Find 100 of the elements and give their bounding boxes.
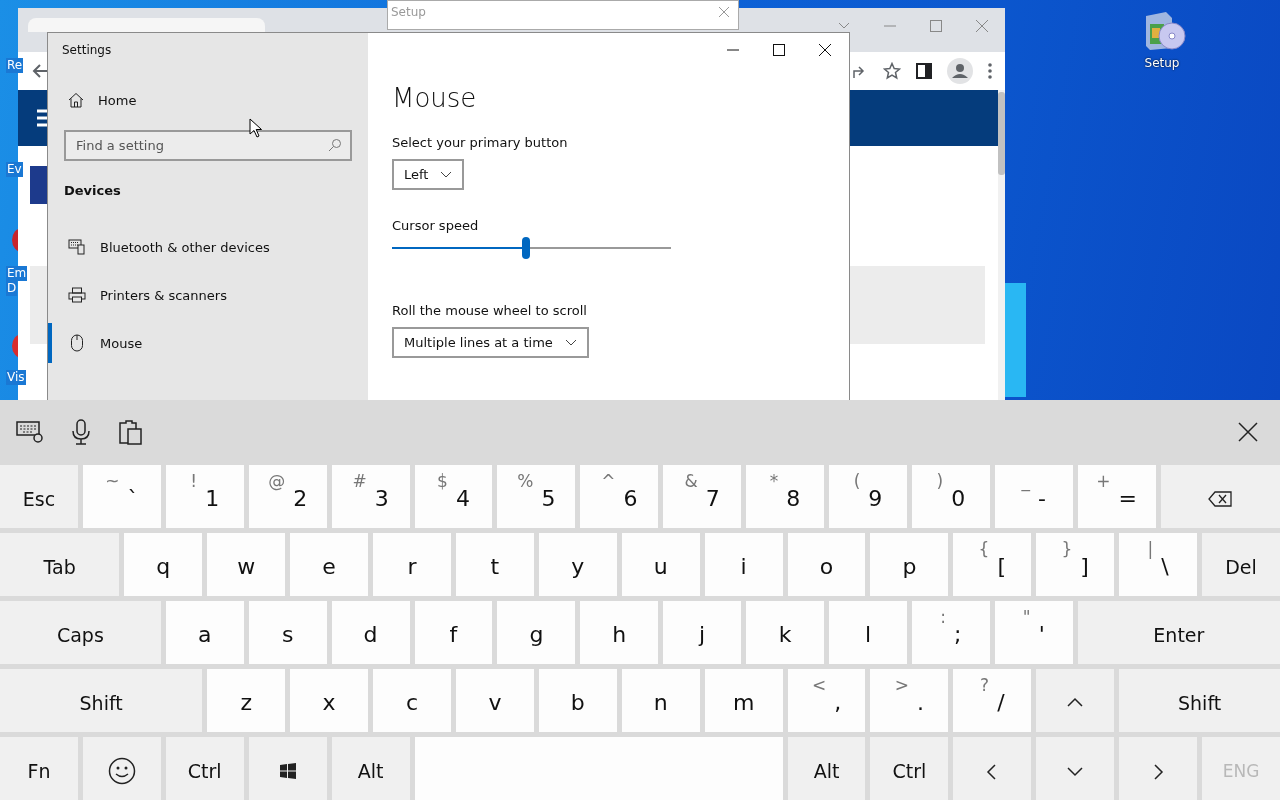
key[interactable]: Del xyxy=(1202,533,1280,596)
key[interactable]: $ 4 xyxy=(414,465,493,528)
shift-legend: } xyxy=(1061,539,1073,559)
key[interactable]: Tab xyxy=(0,533,120,596)
key[interactable]: n xyxy=(621,669,700,732)
home-link[interactable]: Home xyxy=(48,80,368,120)
key[interactable]: @ 2 xyxy=(248,465,327,528)
shift-legend: _ xyxy=(1021,471,1031,491)
slider-thumb[interactable] xyxy=(521,237,530,259)
key[interactable]: k xyxy=(746,601,825,664)
key[interactable]: + = xyxy=(1077,465,1156,528)
scrollbar-thumb[interactable] xyxy=(998,92,1005,175)
key[interactable]: Ctrl xyxy=(870,737,949,800)
key[interactable]: Fn xyxy=(0,737,78,800)
key[interactable]: f xyxy=(414,601,493,664)
key[interactable]: Enter xyxy=(1077,601,1280,664)
home-icon xyxy=(68,92,84,108)
star-icon[interactable] xyxy=(883,62,901,80)
key[interactable]: Ctrl xyxy=(165,737,244,800)
key[interactable]: m xyxy=(704,669,783,732)
key[interactable]: x xyxy=(290,669,369,732)
key[interactable]: ? / xyxy=(953,669,1032,732)
key[interactable]: } ] xyxy=(1036,533,1115,596)
key[interactable]: ~ ` xyxy=(82,465,161,528)
key[interactable]: a xyxy=(165,601,244,664)
keyboard-settings-icon[interactable] xyxy=(16,419,44,444)
key[interactable]: u xyxy=(621,533,700,596)
key[interactable]: h xyxy=(580,601,659,664)
key[interactable]: { [ xyxy=(953,533,1032,596)
key[interactable]: ^ 6 xyxy=(580,465,659,528)
menu-icon[interactable] xyxy=(37,108,47,128)
key[interactable]: ) 0 xyxy=(911,465,990,528)
search-field[interactable]: Find a setting xyxy=(64,130,352,161)
more-menu-icon[interactable] xyxy=(987,62,993,80)
chevron-down-icon xyxy=(564,338,577,347)
key[interactable]: e xyxy=(290,533,369,596)
key[interactable]: y xyxy=(538,533,617,596)
back-arrow-icon[interactable] xyxy=(31,62,49,80)
shift-legend: ( xyxy=(853,471,861,491)
desktop-icon-label: Setup xyxy=(1144,56,1180,70)
key[interactable]: Shift xyxy=(0,669,203,732)
key[interactable]: _ - xyxy=(994,465,1073,528)
key[interactable]: j xyxy=(663,601,742,664)
setting-label: Cursor speed xyxy=(392,218,479,233)
key[interactable]: v xyxy=(455,669,534,732)
chevron-down-icon xyxy=(440,170,453,179)
windows-key[interactable] xyxy=(248,737,327,800)
emoji-key[interactable] xyxy=(82,737,161,800)
desktop-icon-label: Ev xyxy=(6,162,23,177)
key[interactable]: & 7 xyxy=(663,465,742,528)
key[interactable]: > . xyxy=(870,669,949,732)
nav-item[interactable]: Bluetooth & other devices xyxy=(48,227,368,267)
microphone-icon[interactable] xyxy=(72,418,90,445)
key[interactable]: ( 9 xyxy=(829,465,907,528)
shift-legend: " xyxy=(1022,607,1031,627)
shift-legend: | xyxy=(1147,539,1154,559)
key[interactable]: Caps xyxy=(0,601,161,664)
shift-legend: * xyxy=(769,471,779,491)
key[interactable]: p xyxy=(870,533,949,596)
key[interactable]: | \ xyxy=(1119,533,1198,596)
key[interactable]: d xyxy=(331,601,410,664)
key[interactable]: r xyxy=(373,533,451,596)
clipboard-icon[interactable] xyxy=(118,418,142,445)
key[interactable]: Shift xyxy=(1119,669,1280,732)
key[interactable]: < , xyxy=(787,669,866,732)
key[interactable]: t xyxy=(455,533,534,596)
dropdown[interactable]: Left xyxy=(392,159,465,190)
key[interactable]: q xyxy=(124,533,203,596)
key[interactable]: c xyxy=(373,669,451,732)
close-icon[interactable] xyxy=(819,44,831,56)
shift-legend: % xyxy=(517,471,534,491)
desktop-icon-label: Em xyxy=(6,266,28,281)
key[interactable]: ! 1 xyxy=(165,465,244,528)
key[interactable]: l xyxy=(829,601,907,664)
profile-icon[interactable] xyxy=(947,58,973,84)
side-panel-icon[interactable] xyxy=(915,62,933,80)
key[interactable]: " ' xyxy=(994,601,1073,664)
key[interactable]: w xyxy=(207,533,286,596)
key[interactable]: Alt xyxy=(331,737,410,800)
key[interactable]: Alt xyxy=(787,737,866,800)
setting-label: Roll the mouse wheel to scroll xyxy=(392,303,587,318)
shift-legend: { xyxy=(978,539,990,559)
keyboard-device-icon xyxy=(68,239,86,255)
key[interactable]: o xyxy=(787,533,866,596)
close-icon[interactable] xyxy=(1238,421,1258,442)
key[interactable]: % 5 xyxy=(497,465,576,528)
key[interactable]: z xyxy=(207,669,286,732)
key[interactable]: * 8 xyxy=(746,465,825,528)
key[interactable]: Esc xyxy=(0,465,78,528)
shift-legend: : xyxy=(940,607,947,627)
key[interactable]: i xyxy=(704,533,783,596)
dropdown[interactable]: Multiple lines at a time xyxy=(392,327,589,358)
key[interactable]: : ; xyxy=(911,601,990,664)
key[interactable]: s xyxy=(248,601,327,664)
key[interactable]: # 3 xyxy=(331,465,410,528)
maximize-icon[interactable] xyxy=(773,44,785,56)
key[interactable]: b xyxy=(538,669,617,732)
shift-legend: ^ xyxy=(601,471,616,491)
key[interactable]: g xyxy=(497,601,576,664)
nav-item[interactable]: Printers & scanners xyxy=(48,275,368,315)
